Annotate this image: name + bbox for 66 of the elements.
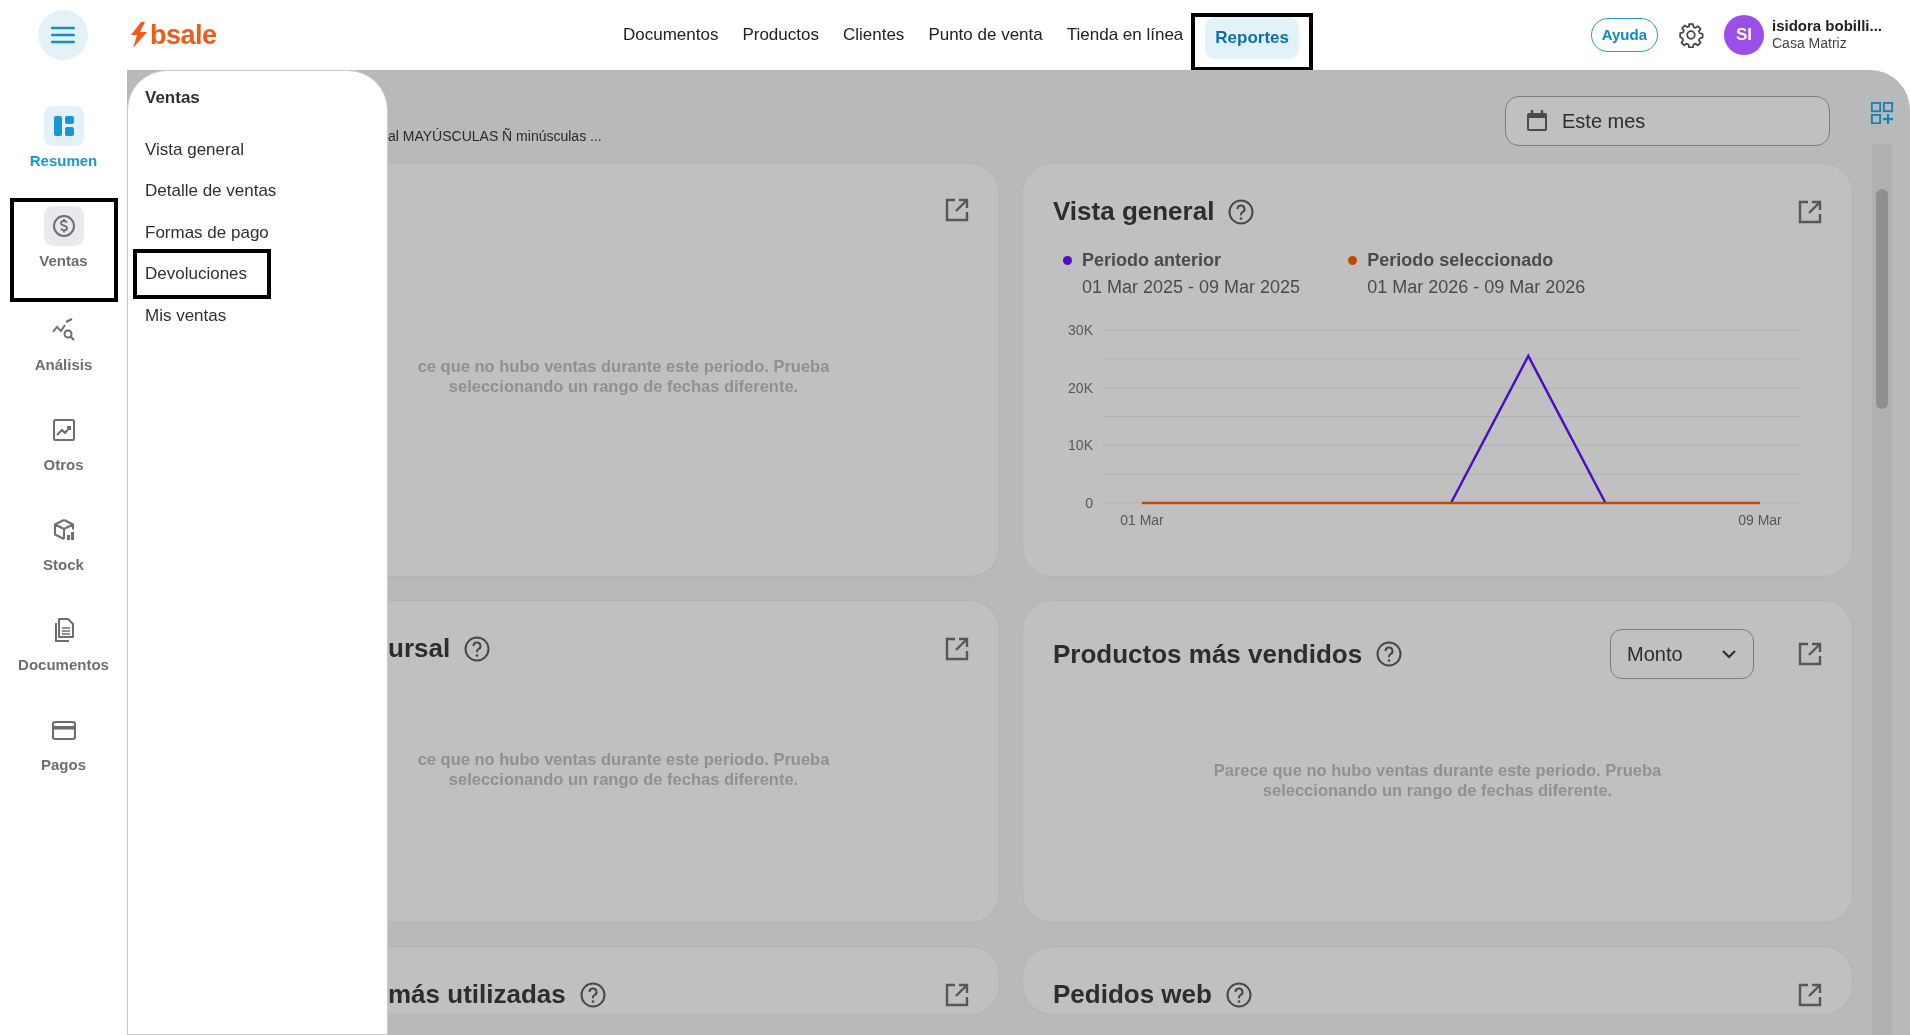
sidebar-item[interactable]: Stock [13,510,114,610]
help-icon[interactable] [1228,198,1255,225]
sidebar-item[interactable]: Otros [13,410,114,510]
date-range: 01 Mar 2025 - 09 Mar 2025 [1082,276,1301,299]
sidebar-item[interactable]: Ventas [13,206,114,298]
axis-label: 10K [1068,437,1093,454]
menu-button[interactable] [38,10,88,60]
box-icon [51,518,76,542]
open-external-icon[interactable] [945,982,969,1007]
card-title: ursal [388,632,451,665]
card-title: Vista general [1053,195,1215,228]
metric-dropdown[interactable]: Monto [1610,629,1754,679]
open-external-icon[interactable] [1798,642,1822,666]
user-name: isidora bobilli... [1772,18,1882,35]
card-title: más utilizadas [388,978,566,1011]
submenu-item[interactable]: Vista general [140,128,375,170]
add-widget-icon[interactable] [1869,102,1894,125]
settings-icon[interactable] [1678,22,1704,48]
calendar-icon [1526,110,1548,132]
submenu-item[interactable]: Detalle de ventas [140,170,375,212]
chevron-down-icon [1721,649,1737,659]
chart-search-icon [51,318,76,342]
date-filter[interactable]: Este mes [1505,96,1830,146]
open-external-icon[interactable] [945,198,969,222]
credit-card-icon [51,718,76,742]
dollar-icon [51,214,76,238]
nav-link[interactable]: Clientes [832,14,915,56]
logo-text: bsale [150,18,217,52]
help-icon[interactable] [464,635,491,662]
legend-label: Periodo anterior [1063,247,1301,274]
bolt-icon [130,22,148,48]
menu-icon [51,26,75,44]
axis-label: 01 Mar [1120,512,1164,528]
open-external-icon[interactable] [945,636,969,661]
open-external-icon[interactable] [1798,982,1822,1007]
help-icon[interactable] [579,981,606,1008]
legend-label: Periodo seleccionado [1348,247,1586,274]
dashboard-icon [51,114,76,138]
axis-label: 09 Mar [1738,512,1782,528]
help-icon[interactable] [1376,641,1403,667]
scrollbar[interactable] [1871,144,1892,1035]
card-title: Pedidos web [1053,978,1212,1011]
subtitle-text: al MAYÚSCULAS Ñ minúsculas ... [388,127,602,146]
axis-label: 20K [1068,379,1093,396]
axis-label: 0 [1085,495,1093,511]
sidebar-item[interactable]: Pagos [13,710,114,810]
help-button[interactable]: Ayuda [1590,17,1658,53]
open-external-icon[interactable] [1798,199,1822,224]
user-avatar[interactable]: SI [1724,15,1764,55]
axis-label: 30K [1068,322,1093,338]
submenu-item[interactable]: Formas de pago [140,211,375,253]
card-title: Productos más vendidos [1053,637,1363,671]
nav-link[interactable]: Documentos [612,14,729,56]
sidebar-item[interactable]: Documentos [13,610,114,710]
branch-name: Casa Matriz [1772,34,1848,52]
chart-icon [51,418,76,442]
nav-link[interactable]: Reportes [1205,17,1299,59]
submenu-item[interactable]: Devoluciones [140,253,267,295]
nav-link[interactable]: Tienda en línea [1056,14,1194,56]
submenu-item[interactable]: Mis ventas [140,294,375,336]
nav-link[interactable]: Productos [732,14,829,56]
date-range: 01 Mar 2026 - 09 Mar 2026 [1367,276,1586,299]
nav-link[interactable]: Punto de venta [918,14,1053,56]
sidebar-item[interactable]: Análisis [13,310,114,410]
submenu-title: Ventas [144,87,201,109]
help-icon[interactable] [1225,981,1252,1008]
